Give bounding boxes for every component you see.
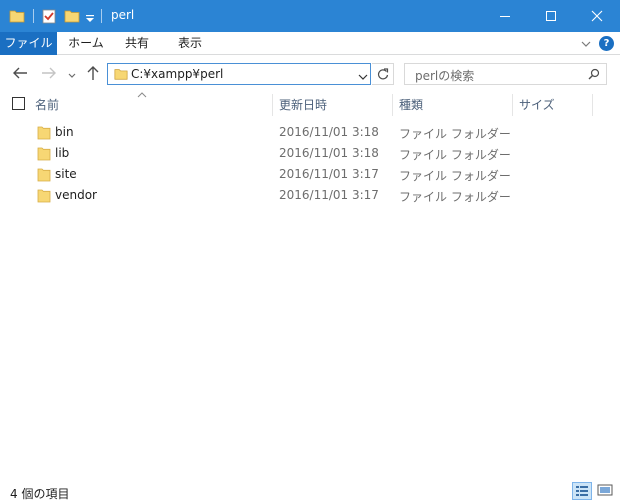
file-name: vendor bbox=[55, 188, 97, 202]
refresh-button[interactable] bbox=[372, 63, 394, 85]
search-input[interactable]: perlの検索 bbox=[415, 67, 474, 84]
file-type: ファイル フォルダー bbox=[399, 190, 511, 204]
minimize-icon bbox=[500, 16, 510, 17]
tab-file[interactable]: ファイル bbox=[0, 32, 57, 55]
file-name: bin bbox=[55, 125, 74, 139]
forward-arrow-icon[interactable] bbox=[41, 66, 57, 83]
column-type[interactable]: 種類 bbox=[399, 96, 423, 113]
close-button[interactable] bbox=[574, 0, 620, 32]
column-divider[interactable] bbox=[272, 94, 273, 116]
address-path: C:¥xampp¥perl bbox=[131, 67, 224, 81]
file-type: ファイル フォルダー bbox=[399, 127, 511, 141]
list-item-bin[interactable]: bin 2016/11/01 3:18 ファイル フォルダー bbox=[0, 122, 620, 143]
status-bar: 4 個の項目 bbox=[0, 480, 620, 504]
properties-icon[interactable] bbox=[41, 8, 57, 24]
folder-icon bbox=[37, 167, 51, 185]
window-title: perl bbox=[111, 8, 135, 22]
ribbon-tabs: ファイル ホーム 共有 表示 bbox=[0, 32, 620, 55]
column-divider[interactable] bbox=[392, 94, 393, 116]
details-view-icon bbox=[576, 486, 588, 496]
file-date: 2016/11/01 3:17 bbox=[279, 167, 379, 181]
tab-share[interactable]: 共有 bbox=[115, 32, 159, 55]
chevron-down-icon[interactable] bbox=[358, 71, 368, 85]
address-bar[interactable]: C:¥xampp¥perl bbox=[107, 63, 371, 85]
tab-view[interactable]: 表示 bbox=[168, 32, 212, 55]
search-icon bbox=[588, 68, 600, 80]
list-item-lib[interactable]: lib 2016/11/01 3:18 ファイル フォルダー bbox=[0, 143, 620, 164]
recent-locations-chevron-icon[interactable] bbox=[67, 69, 77, 83]
folder-icon bbox=[114, 67, 128, 84]
large-icons-view-button[interactable] bbox=[596, 482, 616, 500]
large-icons-view-icon bbox=[597, 484, 613, 496]
file-type: ファイル フォルダー bbox=[399, 148, 511, 162]
column-name[interactable]: 名前 bbox=[35, 96, 59, 113]
help-icon[interactable]: ? bbox=[599, 36, 614, 51]
maximize-button[interactable] bbox=[528, 0, 574, 32]
refresh-icon bbox=[377, 68, 389, 80]
file-name: lib bbox=[55, 146, 70, 160]
search-box[interactable]: perlの検索 bbox=[404, 63, 607, 85]
close-icon bbox=[591, 10, 603, 22]
minimize-button[interactable] bbox=[482, 0, 528, 32]
back-arrow-icon[interactable] bbox=[12, 66, 28, 83]
sort-ascending-icon bbox=[137, 87, 147, 101]
column-divider[interactable] bbox=[592, 94, 593, 116]
file-date: 2016/11/01 3:18 bbox=[279, 125, 379, 139]
new-folder-icon[interactable] bbox=[64, 8, 80, 24]
title-separator bbox=[33, 9, 34, 23]
item-count: 4 個の項目 bbox=[10, 487, 70, 501]
details-view-button[interactable] bbox=[572, 482, 592, 500]
title-bar: perl bbox=[0, 0, 620, 32]
folder-icon bbox=[37, 125, 51, 143]
tab-home[interactable]: ホーム bbox=[62, 32, 110, 55]
file-name: site bbox=[55, 167, 77, 181]
title-separator bbox=[101, 9, 102, 23]
expand-ribbon-icon[interactable] bbox=[580, 38, 592, 52]
customize-quick-access-icon[interactable] bbox=[85, 12, 95, 22]
file-type: ファイル フォルダー bbox=[399, 169, 511, 183]
up-arrow-icon[interactable] bbox=[86, 65, 100, 84]
folder-icon bbox=[37, 146, 51, 164]
column-date-modified[interactable]: 更新日時 bbox=[279, 96, 327, 113]
folder-icon bbox=[37, 188, 51, 206]
file-date: 2016/11/01 3:18 bbox=[279, 146, 379, 160]
list-item-site[interactable]: site 2016/11/01 3:17 ファイル フォルダー bbox=[0, 164, 620, 185]
maximize-icon bbox=[546, 11, 556, 21]
column-divider[interactable] bbox=[512, 94, 513, 116]
list-item-vendor[interactable]: vendor 2016/11/01 3:17 ファイル フォルダー bbox=[0, 185, 620, 206]
file-date: 2016/11/01 3:17 bbox=[279, 188, 379, 202]
column-size[interactable]: サイズ bbox=[519, 96, 555, 113]
folder-icon[interactable] bbox=[9, 8, 25, 24]
select-all-checkbox[interactable] bbox=[12, 97, 25, 110]
